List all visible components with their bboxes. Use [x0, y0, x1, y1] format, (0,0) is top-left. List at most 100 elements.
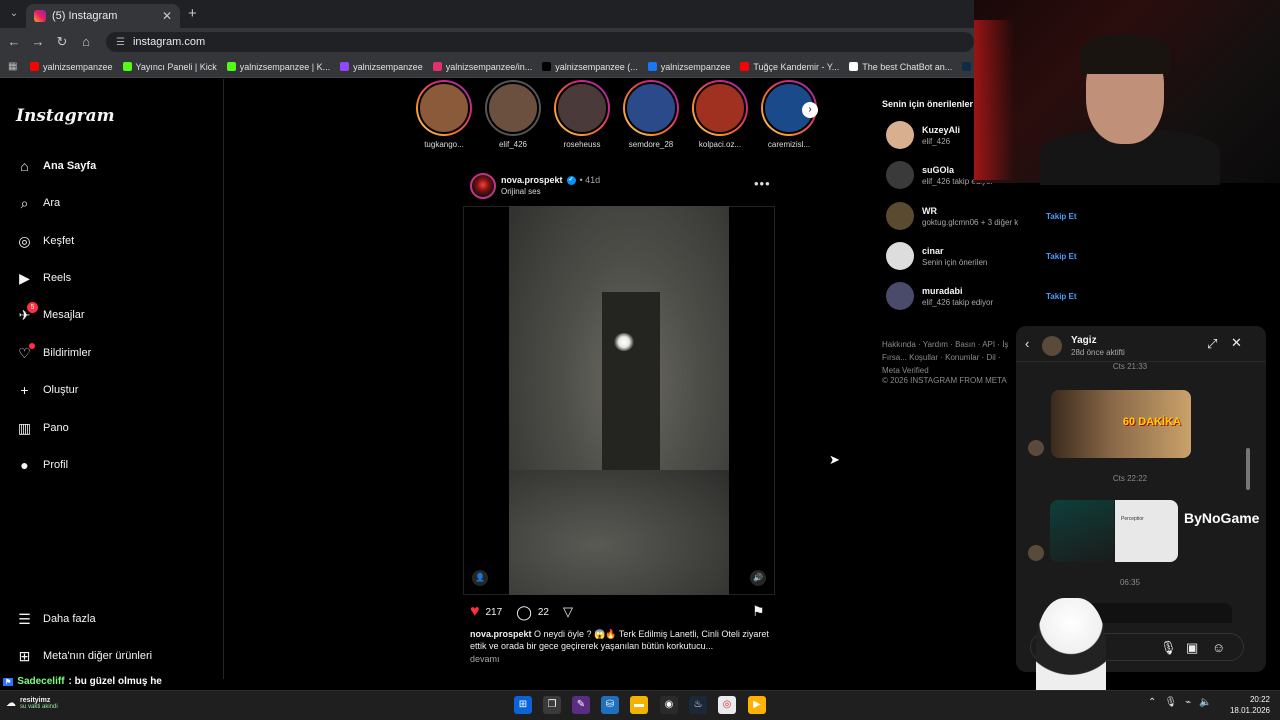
- stories-next-icon[interactable]: ›: [802, 102, 818, 118]
- tab-search-icon[interactable]: ⌄: [6, 6, 22, 22]
- bookmark-item[interactable]: yalnizsempanzee/in...: [432, 62, 532, 72]
- apps-grid-icon[interactable]: ▦: [8, 61, 20, 72]
- file-explorer-icon[interactable]: ▬: [630, 696, 648, 714]
- caption-username[interactable]: nova.prospekt: [470, 629, 532, 639]
- sidebar-item-reels[interactable]: ▶ Reels: [16, 266, 71, 290]
- sidebar-item-keşfet[interactable]: ◎ Keşfet: [16, 229, 74, 253]
- close-chat-icon[interactable]: ✕: [1231, 335, 1242, 351]
- save-bookmark-icon[interactable]: ⚑: [752, 603, 765, 620]
- caption-more-link[interactable]: devamı: [470, 654, 500, 664]
- sidebar-item-ara[interactable]: ⌕ Ara: [16, 191, 61, 215]
- instagram-logo[interactable]: Instagram: [16, 106, 115, 126]
- story-item[interactable]: kolpaci.oz...: [692, 80, 748, 149]
- suggestion-avatar[interactable]: [886, 202, 914, 230]
- new-tab-icon[interactable]: +: [188, 5, 197, 22]
- forward-icon[interactable]: →: [30, 34, 46, 49]
- obs-icon[interactable]: ◉: [660, 696, 678, 714]
- story-item[interactable]: elif_426: [485, 80, 541, 149]
- chrome-icon[interactable]: ◎: [718, 696, 736, 714]
- chat-back-icon[interactable]: ‹: [1025, 336, 1029, 351]
- bookmark-item[interactable]: Yayıncı Paneli | Kick: [122, 62, 217, 72]
- bookmark-item[interactable]: yalnizsempanzee | K...: [226, 62, 330, 72]
- shared-video-thumbnail[interactable]: [1050, 500, 1114, 562]
- weather-widget[interactable]: ☁ resityimz su vakti akindi: [6, 697, 58, 710]
- chat-scrollbar[interactable]: [1246, 448, 1250, 490]
- expand-icon[interactable]: ⤢: [1207, 336, 1217, 352]
- post-audio[interactable]: Orijinal ses: [501, 187, 541, 196]
- bookmark-item[interactable]: yalnizsempanzee (...: [542, 62, 638, 72]
- home-icon: ⌂: [20, 158, 29, 174]
- like-heart-icon[interactable]: ♥: [470, 603, 480, 621]
- bookmark-item[interactable]: yalnizsempanzee: [647, 62, 730, 72]
- chat-name[interactable]: Yagiz: [1071, 335, 1097, 346]
- sticker-icon[interactable]: ☺: [1212, 640, 1225, 655]
- bookmark-item[interactable]: The best ChatBot an...: [849, 62, 952, 72]
- follow-button[interactable]: Takip Et: [1046, 252, 1077, 261]
- sidebar-item-pano[interactable]: ▥ Pano: [16, 416, 69, 440]
- post-username[interactable]: nova.prospekt: [501, 175, 563, 185]
- suggestion-avatar[interactable]: [886, 282, 914, 310]
- speaker-icon[interactable]: 🔈: [1199, 697, 1211, 708]
- sidebar-item-bildirimler[interactable]: ♡ Bildirimler: [16, 341, 91, 365]
- shared-post-thumbnail[interactable]: Perceptior: [1115, 500, 1178, 562]
- verified-badge-icon: ✓: [566, 175, 576, 185]
- store-icon[interactable]: ⛁: [601, 696, 619, 714]
- windows-start-icon[interactable]: ⊞: [514, 696, 532, 714]
- microphone-icon[interactable]: 🎙: [1160, 640, 1177, 656]
- url-text: instagram.com: [132, 36, 206, 48]
- suggestion-avatar[interactable]: [886, 161, 914, 189]
- suggestion-item[interactable]: WR goktug.glcmn06 + 3 diğer k: [886, 202, 1018, 230]
- browser-tab[interactable]: (5) Instagram ✕: [26, 4, 180, 28]
- suggestion-username[interactable]: KuzeyAli: [922, 125, 960, 135]
- clock[interactable]: 20:22 18.01.2026: [1222, 694, 1270, 716]
- omnibox[interactable]: ☰ instagram.com: [106, 32, 974, 52]
- shared-reel-thumbnail[interactable]: 60 DAKİKA: [1051, 390, 1191, 458]
- tagged-user-icon[interactable]: 👤: [472, 570, 488, 586]
- story-item[interactable]: tugkango...: [416, 80, 472, 149]
- site-info-icon[interactable]: ☰: [116, 37, 125, 48]
- streamer-hair: [1080, 34, 1170, 74]
- mic-icon[interactable]: 🎙: [1164, 697, 1177, 708]
- home-browser-icon[interactable]: ⌂: [78, 34, 94, 49]
- sidebar-item-ana-sayfa[interactable]: ⌂ Ana Sayfa: [16, 154, 96, 178]
- more-button[interactable]: ☰ Daha fazla: [16, 607, 95, 631]
- back-icon[interactable]: ←: [6, 34, 22, 49]
- meta-products-button[interactable]: ⊞ Meta'nın diğer ürünleri: [16, 644, 152, 668]
- sidebar-item-mesajlar[interactable]: ✈ 5 Mesajlar: [16, 301, 85, 327]
- suggestion-item[interactable]: KuzeyAli elif_426: [886, 121, 960, 149]
- suggestion-item[interactable]: muradabi elif_426 takip ediyor: [886, 282, 993, 310]
- sidebar-item-profil[interactable]: ● Profil: [16, 453, 68, 477]
- follow-button[interactable]: Takip Et: [1046, 212, 1077, 221]
- bookmark-item[interactable]: yalnizsempanzee: [340, 62, 423, 72]
- follow-button[interactable]: Takip Et: [1046, 292, 1077, 301]
- network-icon[interactable]: ⌁: [1185, 697, 1191, 708]
- video-debris: [509, 470, 729, 595]
- chat-avatar[interactable]: [1042, 336, 1062, 356]
- post-author-avatar[interactable]: [470, 173, 496, 199]
- bookmark-item[interactable]: yalnizsempanzee: [30, 62, 113, 72]
- story-item[interactable]: roseheuss: [554, 80, 610, 149]
- suggestion-avatar[interactable]: [886, 242, 914, 270]
- suggestion-username[interactable]: WR: [922, 206, 1018, 216]
- tray-chevron-icon[interactable]: ⌃: [1148, 697, 1156, 708]
- suggestion-avatar[interactable]: [886, 121, 914, 149]
- suggestion-username[interactable]: muradabi: [922, 286, 993, 296]
- image-icon[interactable]: ▣: [1186, 640, 1198, 656]
- suggestion-username[interactable]: cinar: [922, 246, 987, 256]
- bookmark-item[interactable]: Tuğçe Kandemir - Y...: [740, 62, 839, 72]
- close-tab-icon[interactable]: ✕: [162, 9, 172, 23]
- suggestion-item[interactable]: cinar Senin için önerilen: [886, 242, 987, 270]
- instagram-icon: [432, 62, 442, 71]
- footer-links[interactable]: Hakkında · Yardım · Basın · API · İş Fır…: [882, 338, 1017, 377]
- comment-icon[interactable]: ◯: [516, 604, 532, 621]
- task-view-icon[interactable]: ❐: [543, 696, 561, 714]
- story-item[interactable]: semdore_28: [623, 80, 679, 149]
- steam-icon[interactable]: ♨: [689, 696, 707, 714]
- app-icon[interactable]: ▶: [748, 696, 766, 714]
- volume-icon[interactable]: 🔊: [750, 570, 766, 586]
- sidebar-item-oluştur[interactable]: + Oluştur: [16, 378, 78, 402]
- reload-icon[interactable]: ↻: [54, 34, 70, 50]
- share-icon[interactable]: ▽: [563, 604, 573, 620]
- app-icon[interactable]: ✎: [572, 696, 590, 714]
- post-options-icon[interactable]: •••: [754, 176, 771, 191]
